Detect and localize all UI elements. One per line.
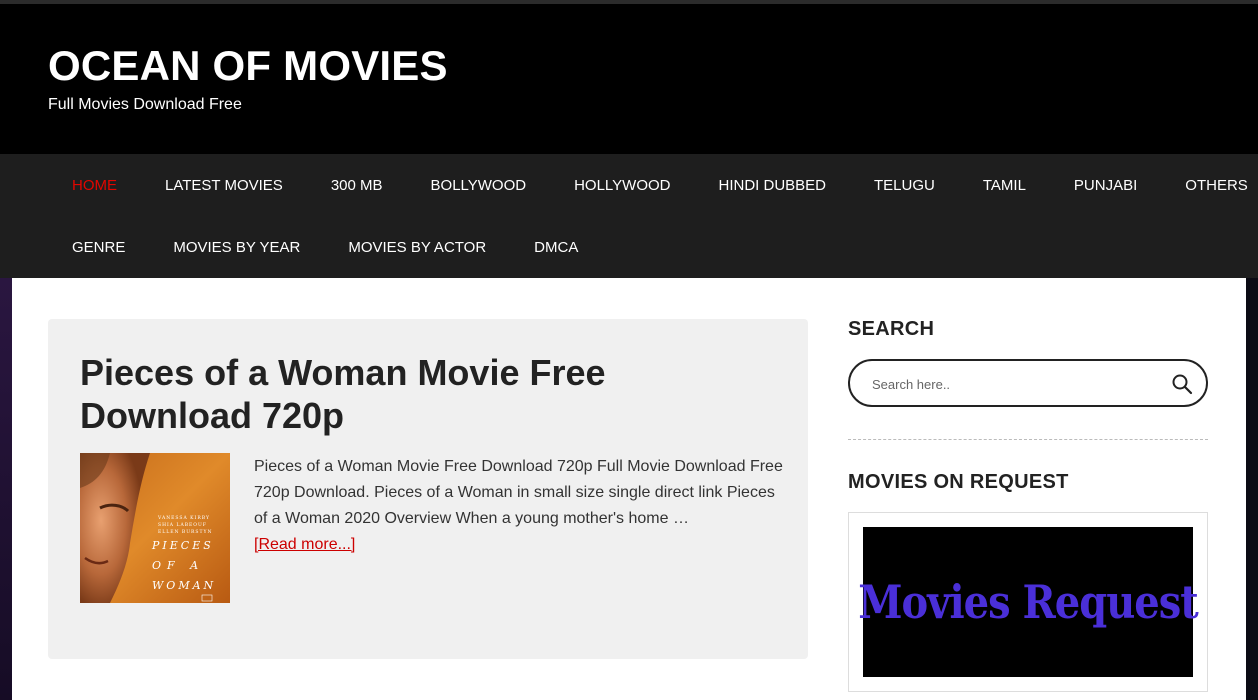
movie-poster-image: VANESSA KIRBY SHIA LABEOUF ELLEN BURSTYN…: [80, 453, 230, 603]
request-widget-title: MOVIES ON REQUEST: [848, 471, 1069, 493]
site-tagline: Full Movies Download Free: [48, 96, 242, 113]
nav-item-latest-movies[interactable]: LATEST MOVIES: [141, 177, 307, 194]
nav-row-1: HOME LATEST MOVIES 300 MB BOLLYWOOD HOLL…: [48, 154, 1258, 216]
nav-item-movies-by-actor[interactable]: MOVIES BY ACTOR: [324, 239, 510, 256]
post-title[interactable]: Pieces of a Woman Movie Free Download 72…: [80, 351, 720, 437]
nav-item-dmca[interactable]: DMCA: [510, 239, 602, 256]
post-card: Pieces of a Woman Movie Free Download 72…: [48, 319, 808, 659]
sidebar-divider: [848, 439, 1208, 440]
poster-cast-name: SHIA LABEOUF: [158, 522, 207, 528]
post-excerpt: Pieces of a Woman Movie Free Download 72…: [254, 454, 784, 558]
search-widget-title: SEARCH: [848, 318, 935, 340]
nav-item-telugu[interactable]: TELUGU: [850, 177, 959, 194]
nav-item-punjabi[interactable]: PUNJABI: [1050, 177, 1161, 194]
poster-cast-name: VANESSA KIRBY: [157, 515, 210, 521]
nav-item-tamil[interactable]: TAMIL: [959, 177, 1050, 194]
nav-item-others[interactable]: OTHERS: [1161, 177, 1258, 194]
movies-request-banner-text: Movies Request: [858, 574, 1198, 630]
sidebar: SEARCH MOVIES ON REQUEST Movies Request: [848, 278, 1208, 700]
movies-request-banner[interactable]: Movies Request: [858, 527, 1199, 677]
poster-title-line: PIECES: [151, 539, 214, 552]
site-title[interactable]: OCEAN OF MOVIES: [48, 42, 448, 90]
nav-item-bollywood[interactable]: BOLLYWOOD: [407, 177, 551, 194]
search-box: [848, 359, 1208, 407]
search-icon[interactable]: [1170, 372, 1194, 396]
nav-item-hindi-dubbed[interactable]: HINDI DUBBED: [695, 177, 851, 194]
page-background-left: [0, 278, 12, 700]
main-nav: HOME LATEST MOVIES 300 MB BOLLYWOOD HOLL…: [0, 154, 1258, 278]
poster-title-line: WOMAN: [152, 579, 216, 592]
poster-cast-name: ELLEN BURSTYN: [158, 529, 212, 535]
post-excerpt-text: Pieces of a Woman Movie Free Download 72…: [254, 458, 783, 527]
main-content: Pieces of a Woman Movie Free Download 72…: [12, 278, 1246, 700]
request-banner-frame: Movies Request: [848, 512, 1208, 692]
nav-item-hollywood[interactable]: HOLLYWOOD: [550, 177, 694, 194]
nav-item-genre[interactable]: GENRE: [48, 239, 149, 256]
nav-item-home[interactable]: HOME: [48, 177, 141, 194]
search-input[interactable]: [872, 373, 1152, 395]
poster-title-line: OF A: [152, 559, 204, 572]
page-background-right: [1246, 278, 1258, 700]
nav-item-300mb[interactable]: 300 MB: [307, 177, 407, 194]
nav-item-movies-by-year[interactable]: MOVIES BY YEAR: [149, 239, 324, 256]
site-header: OCEAN OF MOVIES Full Movies Download Fre…: [0, 4, 1258, 154]
post-thumbnail[interactable]: VANESSA KIRBY SHIA LABEOUF ELLEN BURSTYN…: [80, 453, 230, 603]
nav-row-2: GENRE MOVIES BY YEAR MOVIES BY ACTOR DMC…: [48, 216, 602, 278]
read-more-link[interactable]: [Read more...]: [254, 536, 355, 553]
